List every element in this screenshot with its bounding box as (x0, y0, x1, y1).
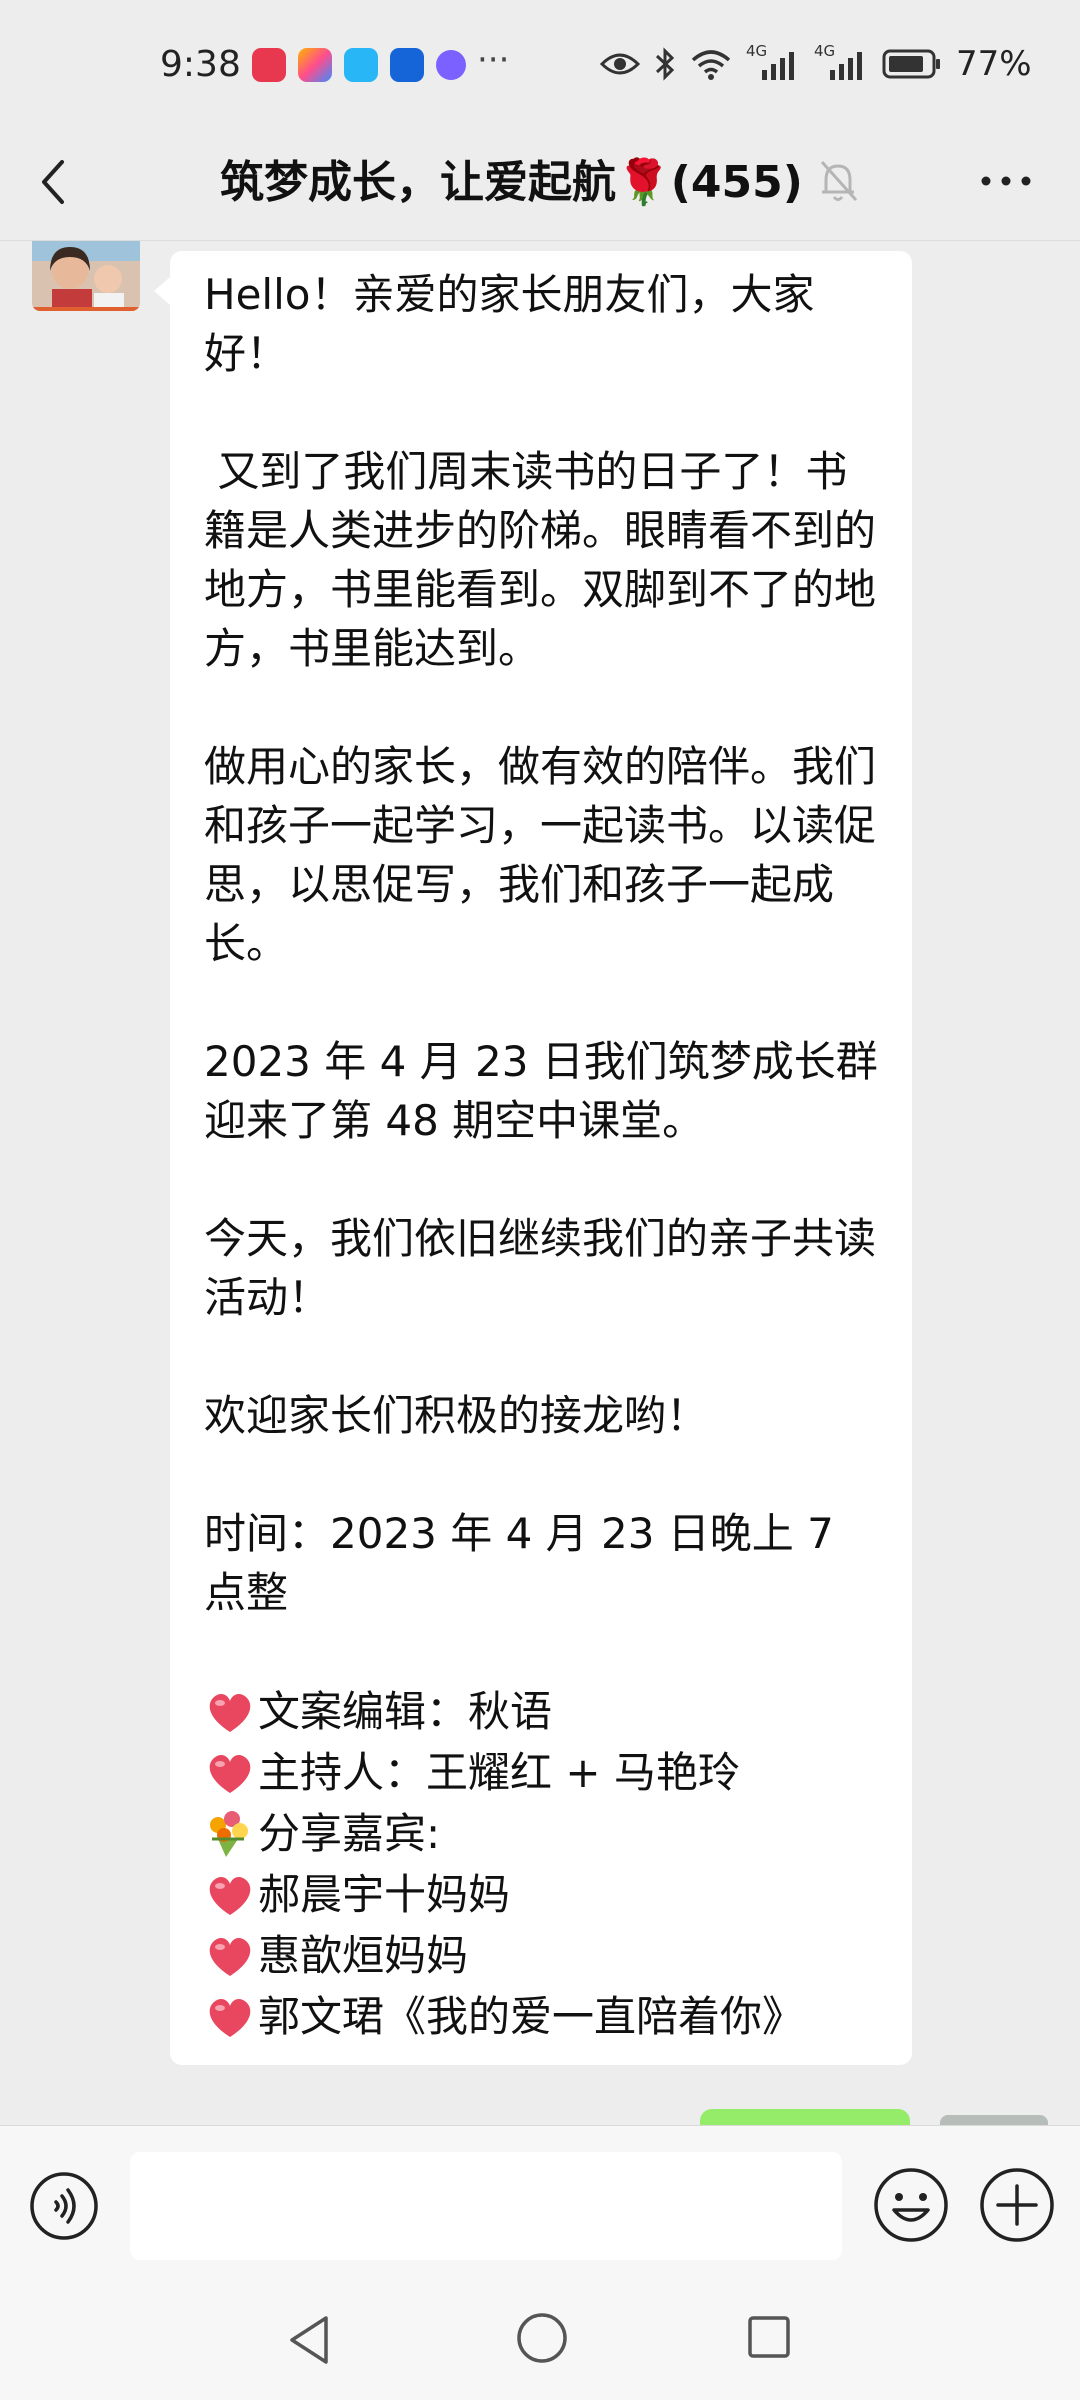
tips-app-icon (390, 48, 424, 82)
eye-icon (600, 53, 640, 75)
message-paragraph: 又到了我们周末读书的日子了！书籍是人类进步的阶梯。眼睛看不到的地方，书里能看到。… (204, 447, 877, 673)
message-list[interactable]: Hello！亲爱的家长朋友们，大家好！ 又到了我们周末读书的日子了！书籍是人类进… (0, 241, 1080, 2125)
mute-bell-icon (820, 160, 858, 202)
emoji-icon[interactable] (872, 2166, 950, 2244)
heart-icon (209, 1998, 251, 2037)
message-paragraph: 今天，我们依旧继续我们的亲子共读活动！ (204, 1214, 877, 1322)
own-avatar[interactable] (940, 2115, 1048, 2125)
message-paragraph: 2023 年 4 月 23 日我们筑梦成长群迎来了第 48 期空中课堂。 (204, 1037, 878, 1145)
credit-line: 惠歆烜妈妈 (204, 1925, 878, 1986)
message-paragraph: Hello！亲爱的家长朋友们，大家好！ (204, 270, 815, 378)
video-app-icon (344, 48, 378, 82)
message-paragraph: 欢迎家长们积极的接龙哟！ (204, 1391, 709, 1440)
sender-avatar[interactable] (32, 241, 140, 311)
signal-bars-icon (762, 52, 794, 80)
bluetooth-icon (655, 47, 675, 81)
heart-icon (209, 1876, 251, 1915)
bouquet-icon (210, 1810, 248, 1857)
battery-icon (882, 49, 940, 79)
message-paragraph: 时间：2023 年 4 月 23 日晚上 7 点整 (204, 1509, 834, 1617)
back-arrow-icon[interactable] (32, 152, 76, 212)
message-paragraph: 做用心的家长，做有效的陪伴。我们和孩子一起学习，一起读书。以读促思，以思促写，我… (204, 742, 877, 968)
status-bar: 9:38 ··· 4G 4G 77% (0, 0, 1080, 130)
music-app-icon (436, 50, 466, 80)
plus-icon[interactable] (978, 2166, 1056, 2244)
own-message-bubble[interactable] (700, 2109, 910, 2125)
nav-back-icon[interactable] (284, 2312, 334, 2368)
wifi-icon (691, 50, 731, 80)
heart-icon (209, 1693, 251, 1732)
battery-percent: 77% (956, 44, 1032, 84)
system-nav-bar (0, 2286, 1080, 2400)
credit-line: 主持人：王耀红 + 马艳玲 (204, 1742, 878, 1803)
status-app-icons (252, 48, 466, 82)
message-bubble[interactable]: Hello！亲爱的家长朋友们，大家好！ 又到了我们周末读书的日子了！书籍是人类进… (154, 251, 912, 2065)
heart-icon (209, 1937, 251, 1976)
gallery-app-icon (298, 48, 332, 82)
message-input[interactable] (130, 2152, 842, 2260)
signal-2: 4G (814, 42, 868, 82)
more-options-icon[interactable] (976, 156, 1036, 206)
signal-1: 4G (746, 42, 800, 82)
signal-bars-icon (830, 52, 862, 80)
status-time: 9:38 (160, 44, 241, 85)
chat-header: 筑梦成长，让爱起航🌹(455) (0, 130, 1080, 241)
book-app-icon (252, 48, 286, 82)
heart-icon (209, 1754, 251, 1793)
status-right-icons: 4G 4G 77% (600, 42, 1032, 84)
credit-line: 文案编辑：秋语 (204, 1681, 878, 1742)
input-bar (0, 2125, 1080, 2286)
nav-recent-apps-icon[interactable] (746, 2312, 792, 2362)
credit-line: 分享嘉宾: (204, 1803, 878, 1864)
status-more-icon: ··· (477, 40, 510, 80)
voice-input-icon[interactable] (28, 2170, 100, 2242)
credit-line: 郝晨宇十妈妈 (204, 1864, 878, 1925)
credit-line: 郭文珺《我的爱一直陪着你》 (204, 1986, 878, 2047)
chat-title: 筑梦成长，让爱起航🌹(455) (220, 157, 803, 208)
nav-home-icon[interactable] (514, 2310, 570, 2366)
